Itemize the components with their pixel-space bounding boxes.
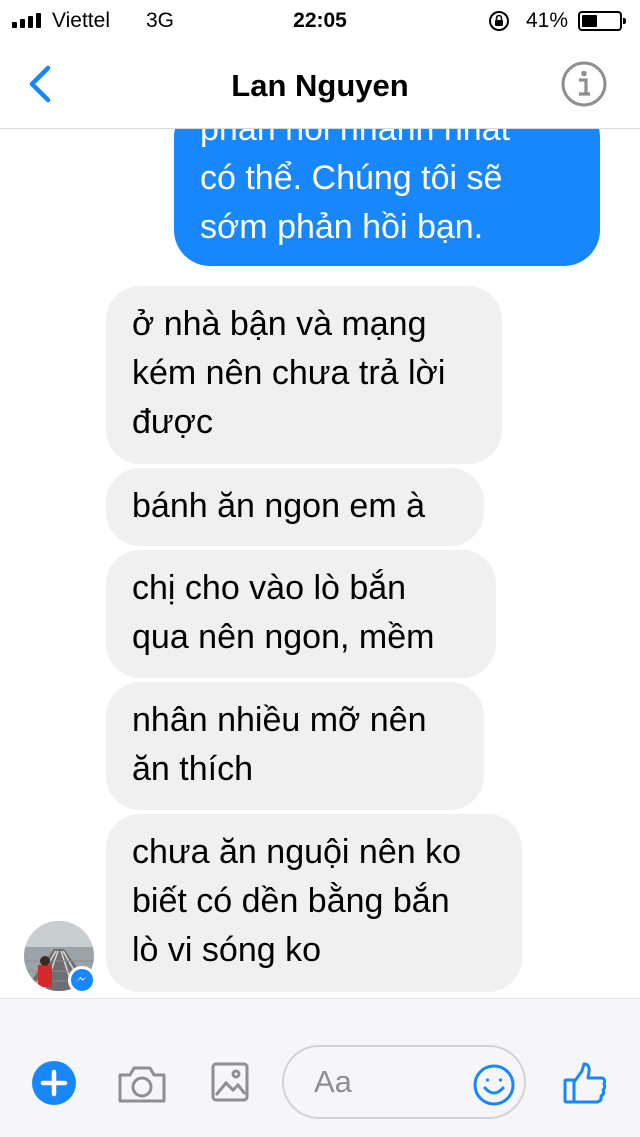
message-line: nhân nhiều mỡ nên: [132, 701, 427, 739]
message-line: biết có dền bằng bắn: [132, 882, 450, 920]
message-line: chị cho vào lò bắn: [132, 569, 407, 607]
battery-percent: 41%: [526, 9, 569, 32]
incoming-message[interactable]: nhân nhiều mỡ nên ăn thích: [106, 682, 484, 810]
message-line: sớm phản hồi bạn.: [200, 208, 484, 246]
info-button[interactable]: [560, 60, 608, 108]
message-line: ở nhà bận và mạng: [132, 305, 427, 343]
message-line: chưa ăn nguội nên ko: [132, 833, 462, 871]
message-composer: [0, 998, 640, 1137]
messenger-badge-icon: [68, 966, 96, 994]
rotation-lock-icon: [489, 11, 509, 31]
plus-icon: [32, 1061, 76, 1105]
message-line: bánh ăn ngon em à: [132, 487, 426, 525]
message-input[interactable]: [312, 1061, 466, 1103]
camera-icon: [118, 1066, 166, 1103]
message-line: có thể. Chúng tôi sẽ: [200, 159, 503, 197]
message-thread[interactable]: phản hồi nhanh nhất có thể. Chúng tôi sẽ…: [0, 129, 640, 999]
incoming-message[interactable]: ở nhà bận và mạng kém nên chưa trả lời đ…: [106, 286, 502, 464]
message-line: lò vi sóng ko: [132, 931, 321, 969]
camera-button[interactable]: [116, 1063, 168, 1105]
like-button[interactable]: [562, 1061, 608, 1105]
outgoing-message[interactable]: phản hồi nhanh nhất có thể. Chúng tôi sẽ…: [174, 129, 600, 266]
add-button[interactable]: [32, 1061, 76, 1105]
message-line: được: [132, 403, 213, 441]
incoming-message[interactable]: chưa ăn nguội nên ko biết có dền bằng bắ…: [106, 814, 522, 992]
emoji-button[interactable]: [472, 1063, 516, 1107]
conversation-header: Lan Nguyen: [0, 40, 640, 129]
smiley-icon: [473, 1064, 515, 1106]
message-line: kém nên chưa trả lời: [132, 354, 446, 392]
incoming-message[interactable]: chị cho vào lò bắn qua nên ngon, mềm: [106, 550, 496, 678]
gallery-button[interactable]: [210, 1061, 250, 1103]
thumbs-up-icon: [563, 1062, 607, 1104]
message-line: phản hồi nhanh nhất: [200, 129, 511, 148]
contact-name[interactable]: Lan Nguyen: [0, 68, 640, 104]
incoming-message[interactable]: bánh ăn ngon em à: [106, 468, 484, 546]
message-line: qua nên ngon, mềm: [132, 618, 435, 656]
image-icon: [211, 1062, 249, 1102]
info-icon: [561, 61, 607, 107]
status-bar: Viettel 3G 22:05 41%: [0, 0, 640, 40]
battery-icon: [578, 11, 626, 31]
message-line: ăn thích: [132, 750, 253, 788]
